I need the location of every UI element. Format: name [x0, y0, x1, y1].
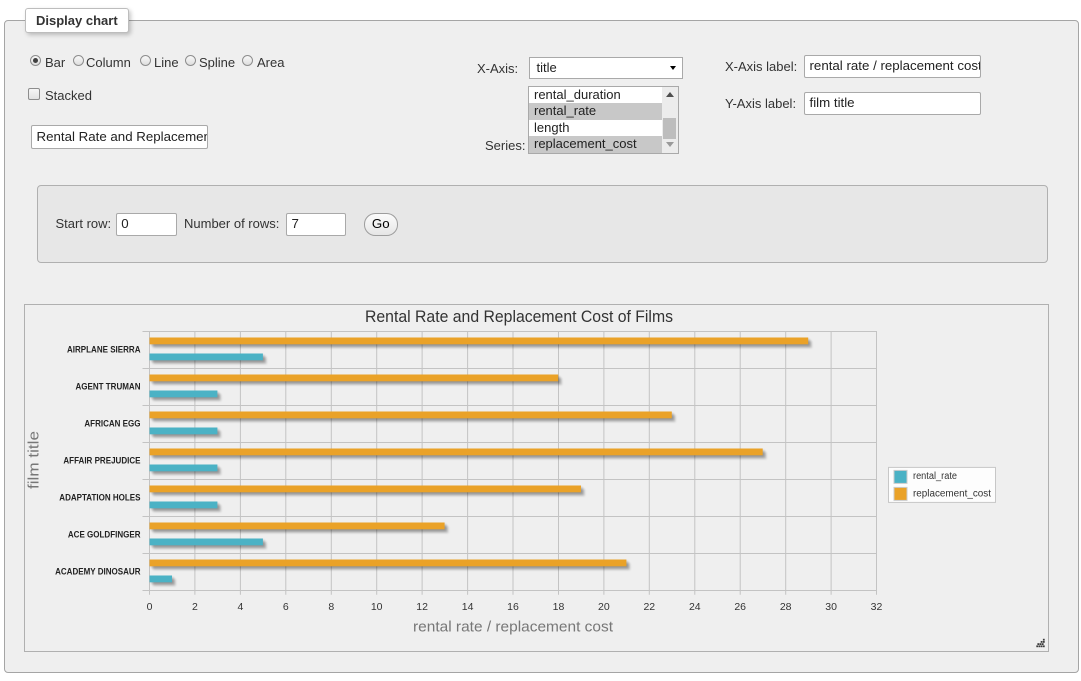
- svg-text:30: 30: [825, 601, 837, 613]
- svg-text:AFRICAN EGG: AFRICAN EGG: [84, 419, 140, 429]
- svg-text:12: 12: [416, 601, 428, 613]
- svg-text:24: 24: [689, 601, 701, 613]
- svg-text:ACE GOLDFINGER: ACE GOLDFINGER: [68, 530, 141, 540]
- svg-text:8: 8: [328, 601, 334, 613]
- svg-text:6: 6: [283, 601, 289, 613]
- svg-text:10: 10: [371, 601, 383, 613]
- svg-text:ADAPTATION HOLES: ADAPTATION HOLES: [59, 493, 140, 503]
- svg-text:22: 22: [643, 601, 655, 613]
- svg-text:2: 2: [192, 601, 198, 613]
- svg-text:AFFAIR PREJUDICE: AFFAIR PREJUDICE: [63, 456, 140, 466]
- svg-text:AGENT TRUMAN: AGENT TRUMAN: [76, 382, 141, 392]
- svg-text:Rental Rate and Replacement Co: Rental Rate and Replacement Cost of Film…: [365, 308, 673, 326]
- svg-text:ACADEMY DINOSAUR: ACADEMY DINOSAUR: [55, 567, 141, 577]
- svg-text:16: 16: [507, 601, 519, 613]
- svg-text:20: 20: [598, 601, 610, 613]
- svg-text:AIRPLANE SIERRA: AIRPLANE SIERRA: [67, 345, 141, 355]
- svg-text:18: 18: [553, 601, 565, 613]
- svg-text:26: 26: [734, 601, 746, 613]
- svg-text:14: 14: [462, 601, 474, 613]
- svg-text:film title: film title: [26, 431, 43, 489]
- svg-text:0: 0: [147, 601, 153, 613]
- svg-text:28: 28: [780, 601, 792, 613]
- svg-text:rental_rate: rental_rate: [913, 471, 957, 482]
- svg-text:rental rate / replacement cost: rental rate / replacement cost: [413, 619, 614, 636]
- svg-text:32: 32: [871, 601, 883, 613]
- svg-text:replacement_cost: replacement_cost: [913, 488, 991, 499]
- svg-text:4: 4: [237, 601, 243, 613]
